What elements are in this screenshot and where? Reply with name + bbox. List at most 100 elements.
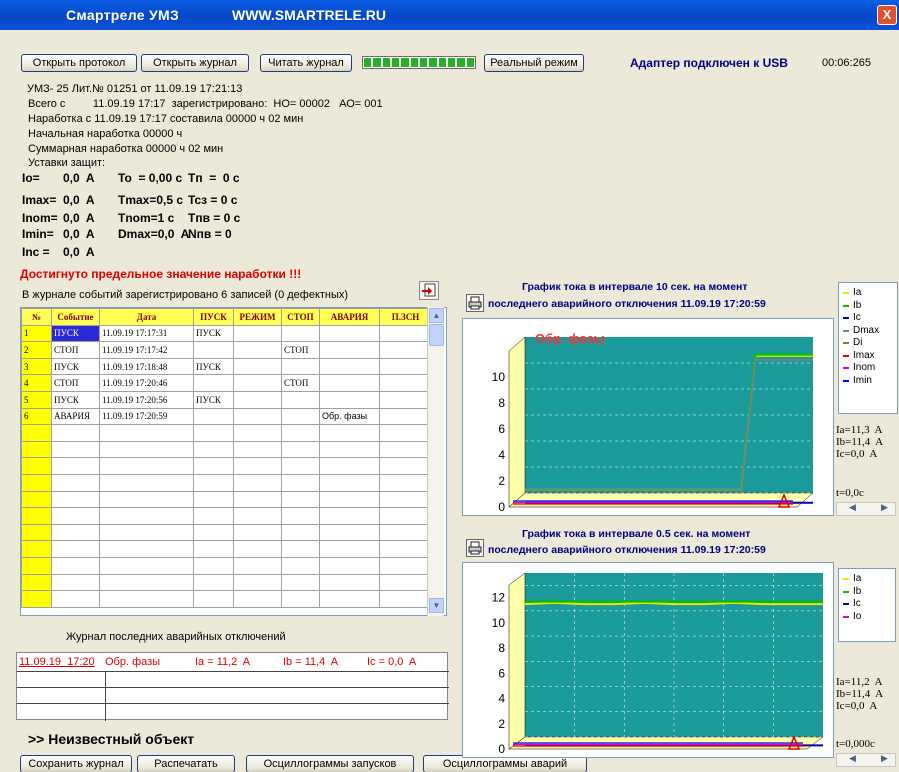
- journal-scrollbar[interactable]: ▲ ▼: [427, 307, 444, 616]
- table-cell: [233, 357, 282, 376]
- last-faults-table[interactable]: 11.09.19 17:20 Обр. фазы Ia = 11,2 A Ib = 1…: [16, 652, 449, 721]
- print-chart-icon[interactable]: [466, 294, 484, 312]
- print-button[interactable]: Распечатать: [137, 755, 235, 772]
- chevron-left-icon[interactable]: ◀: [849, 502, 856, 513]
- column-header[interactable]: АВАРИЯ: [319, 308, 380, 326]
- table-cell: ПУСК: [51, 324, 100, 343]
- scroll-up-icon[interactable]: ▲: [429, 308, 444, 323]
- table-row[interactable]: 2 СТОП 11.09.19 17:17:42 СТОП: [21, 341, 432, 359]
- setting-value: Tпв = 0 c: [188, 211, 241, 225]
- table-cell: [193, 424, 234, 442]
- table-cell: [51, 424, 100, 442]
- legend-label: Imin: [853, 374, 872, 386]
- table-row[interactable]: 6 АВАРИЯ 11.09.19 17:20:59 Обр. фазы: [21, 407, 432, 426]
- table-row[interactable]: 11.09.19 17:20 Обр. фазы Ia = 11,2 A Ib = 1…: [17, 653, 449, 671]
- table-cell: [281, 424, 320, 442]
- table-cell: 5: [21, 390, 52, 409]
- table-row[interactable]: 4 СТОП 11.09.19 17:20:46 СТОП: [21, 374, 432, 392]
- close-button[interactable]: X: [877, 5, 897, 25]
- table-row[interactable]: [21, 556, 432, 575]
- open-protocol-button[interactable]: Открыть протокол: [21, 54, 137, 72]
- device-info-line: УМЗ- 25 Лит.№ 01251 от 11.09.19 17:21:13: [27, 83, 243, 95]
- column-header[interactable]: Дата: [99, 308, 194, 326]
- table-cell: [193, 440, 234, 459]
- column-header[interactable]: П.ЗСН: [379, 308, 432, 326]
- export-icon[interactable]: [419, 281, 439, 300]
- chart2-scrollbar[interactable]: ◀ ▶: [836, 753, 896, 767]
- table-row[interactable]: [21, 540, 432, 558]
- setting-value: 0,0 A: [63, 245, 95, 259]
- table-cell: [233, 473, 282, 492]
- legend-item: Imax: [843, 350, 879, 363]
- table-cell: ПУСК: [193, 324, 234, 343]
- table-cell: [319, 556, 380, 575]
- table-row[interactable]: [21, 523, 432, 542]
- column-header[interactable]: ПУСК: [193, 308, 234, 326]
- legend-swatch: [843, 379, 849, 382]
- measurement-value: Ia=11,2 A: [836, 676, 883, 688]
- last-faults-title: Журнал последних аварийных отключений: [66, 631, 286, 643]
- column-header[interactable]: Событие: [51, 308, 100, 326]
- table-row[interactable]: [21, 573, 432, 592]
- table-cell: [281, 556, 320, 575]
- table-cell: [379, 324, 432, 343]
- setting-value: Io=: [22, 171, 40, 185]
- table-cell: [281, 390, 320, 409]
- table-row[interactable]: [21, 440, 432, 459]
- chart1-panel: 0 2 4 6 8 10 Обр. фазы: [462, 318, 834, 516]
- table-cell: [319, 523, 380, 542]
- table-cell: [379, 523, 432, 542]
- table-cell: [21, 457, 52, 475]
- legend-label: Ic: [853, 598, 861, 609]
- measurement-value: Ib=11,4 A: [836, 688, 884, 700]
- table-cell: [319, 457, 380, 475]
- progress-segment: [438, 58, 446, 67]
- chevron-right-icon[interactable]: ▶: [881, 753, 888, 764]
- legend-label: Io: [853, 610, 862, 622]
- read-journal-button[interactable]: Читать журнал: [260, 54, 352, 72]
- column-header[interactable]: №: [21, 308, 52, 326]
- table-cell: СТОП: [281, 341, 320, 359]
- table-row[interactable]: [21, 473, 432, 492]
- table-cell: [319, 473, 380, 492]
- tick-label: 8: [498, 641, 505, 655]
- tick-label: 10: [492, 616, 506, 630]
- plot-floor: [508, 492, 814, 508]
- table-row[interactable]: [21, 490, 432, 509]
- save-journal-button[interactable]: Сохранить журнал: [20, 755, 132, 772]
- legend-label: Ib: [853, 585, 862, 597]
- chart1-scrollbar[interactable]: ◀ ▶: [836, 502, 896, 516]
- table-row[interactable]: [21, 590, 432, 608]
- table-row[interactable]: 1 ПУСК 11.09.19 17:17:31 ПУСК: [21, 324, 432, 343]
- events-journal-table[interactable]: № Событие Дата ПУСК РЕЖИМ СТОП АВАРИЯ П.ЗСН 1 ПУ…: [20, 307, 447, 616]
- progress-bar: [362, 56, 476, 69]
- real-mode-button[interactable]: Реальный режим: [484, 54, 584, 72]
- table-cell: СТОП: [51, 374, 100, 392]
- print-chart-icon[interactable]: [466, 539, 484, 557]
- scroll-thumb[interactable]: [429, 324, 444, 346]
- title-bar: Смартреле УМЗ WWW.SMARTRELE.RU X: [0, 0, 899, 30]
- column-header[interactable]: СТОП: [281, 308, 320, 326]
- setting-value: Imin=: [22, 227, 54, 241]
- open-journal-button[interactable]: Открыть журнал: [141, 54, 249, 72]
- app-title: Смартреле УМЗ: [66, 7, 180, 23]
- table-row[interactable]: [21, 424, 432, 442]
- table-row[interactable]: 5 ПУСК 11.09.19 17:20:56 ПУСК: [21, 390, 432, 409]
- table-cell: [99, 440, 194, 459]
- legend-item: Ic: [843, 312, 879, 325]
- chevron-right-icon[interactable]: ▶: [881, 502, 888, 513]
- table-row[interactable]: [21, 507, 432, 525]
- table-row[interactable]: 3 ПУСК 11.09.19 17:18:48 ПУСК: [21, 357, 432, 376]
- chevron-left-icon[interactable]: ◀: [849, 753, 856, 764]
- table-row[interactable]: [21, 457, 432, 475]
- table-cell: [379, 556, 432, 575]
- legend-label: Ia: [853, 287, 862, 298]
- legend-item: Ib: [843, 300, 879, 313]
- table-cell: [233, 390, 282, 409]
- legend-swatch: [843, 578, 849, 581]
- scroll-down-icon[interactable]: ▼: [429, 598, 444, 613]
- table-cell: 11.09.19 17:17:31: [99, 324, 194, 343]
- start-oscillograms-button[interactable]: Осциллограммы запусков: [246, 755, 414, 772]
- column-header[interactable]: РЕЖИМ: [233, 308, 282, 326]
- table-cell: [319, 490, 380, 509]
